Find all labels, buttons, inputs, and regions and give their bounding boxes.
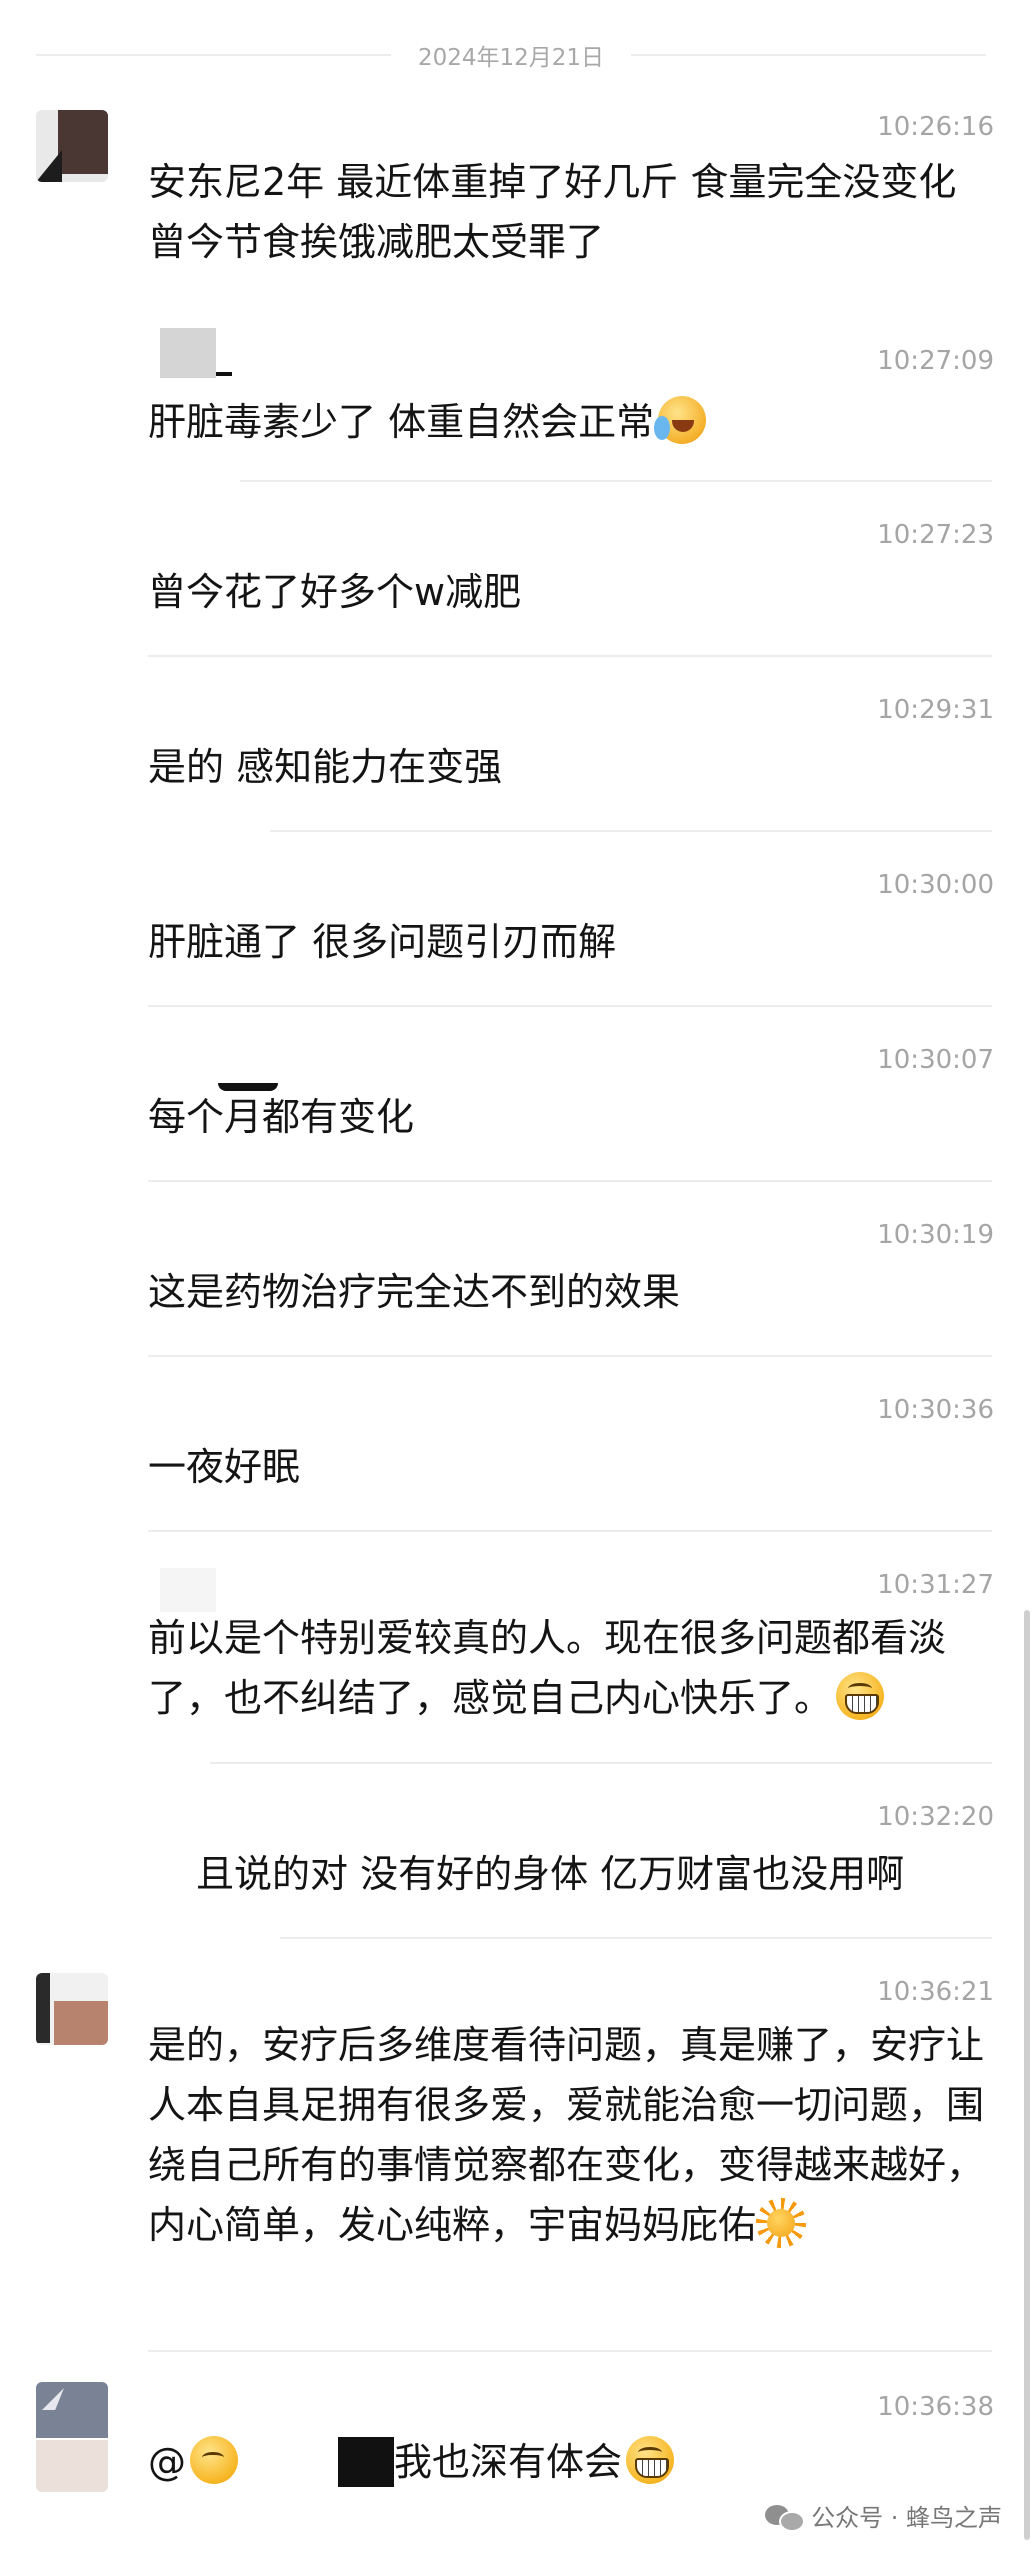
message-text: 肝脏毒素少了 体重自然会正常 <box>148 392 998 452</box>
winking-emoji <box>190 2436 238 2484</box>
message-divider <box>148 1530 992 1532</box>
message-text: 一夜好眠 <box>148 1445 301 1489</box>
message-divider <box>280 1937 992 1939</box>
message-divider <box>210 1762 992 1764</box>
message-text-content: 肝脏毒素少了 体重自然会正常 <box>148 400 655 444</box>
message-text: 是的，安疗后多维度看待问题，真是赚了，安疗让人本自具足拥有很多爱，爱就能治愈一切… <box>148 2015 998 2255</box>
sun-emoji <box>756 2198 807 2248</box>
message-time: 10:26:16 <box>877 112 994 142</box>
mention-prefix[interactable]: @ <box>148 2440 186 2484</box>
message-text: 每个月都有变化 <box>148 1095 415 1139</box>
wechat-icon <box>765 2503 806 2532</box>
message-time: 10:29:31 <box>877 695 994 725</box>
scrollbar[interactable] <box>1024 1610 1030 2540</box>
date-separator: 2024年12月21日 <box>36 34 986 74</box>
message-text: 且说的对 没有好的身体 亿万财富也没用啊 <box>196 1852 905 1896</box>
redacted-name <box>160 1568 216 1612</box>
watermark-text: 公众号 · 蜂鸟之声 <box>811 2504 1002 2532</box>
message-divider <box>270 830 992 832</box>
message-time: 10:30:00 <box>877 870 994 900</box>
divider-line <box>631 54 986 56</box>
message-time: 10:30:36 <box>877 1395 994 1425</box>
message-time: 10:32:20 <box>877 1802 994 1832</box>
message-time: 10:30:19 <box>877 1220 994 1250</box>
avatar[interactable] <box>36 110 108 182</box>
message-text: 前以是个特别爱较真的人。现在很多问题都看淡了，也不纠结了，感觉自己内心快乐了。 <box>148 1608 993 1728</box>
message-time: 10:31:27 <box>877 1570 994 1600</box>
message-time: 10:36:21 <box>877 1977 994 2007</box>
message-divider <box>148 1005 992 1007</box>
message-text-content: 是的，安疗后多维度看待问题，真是赚了，安疗让人本自具足拥有很多爱，爱就能治愈一切… <box>148 2023 985 2247</box>
grinning-emoji <box>836 1672 885 1720</box>
message-divider <box>148 655 992 657</box>
redacted-name <box>338 2437 394 2487</box>
message-text: 曾今花了好多个w减肥 <box>148 570 522 614</box>
message-text: 这是药物治疗完全达不到的效果 <box>148 1270 681 1314</box>
message-time: 10:36:38 <box>877 2392 994 2422</box>
message-time: 10:27:23 <box>877 520 994 550</box>
message-divider <box>148 1180 992 1182</box>
watermark: 公众号 · 蜂鸟之声 <box>765 2498 1002 2533</box>
message-divider <box>148 1355 992 1357</box>
message-text: 安东尼2年 最近体重掉了好几斤 食量完全没变化 曾今节食挨饿减肥太受罪了 <box>148 160 957 264</box>
redacted-name <box>160 328 216 378</box>
message-divider <box>240 480 992 482</box>
message-text-content: 前以是个特别爱较真的人。现在很多问题都看淡了，也不纠结了，感觉自己内心快乐了。 <box>148 1616 947 1720</box>
divider-line <box>36 54 391 56</box>
message-divider <box>148 2350 992 2352</box>
message-text: 肝脏通了 很多问题引刃而解 <box>148 920 617 964</box>
avatar[interactable] <box>36 1973 108 2045</box>
message-time: 10:27:09 <box>877 346 994 376</box>
message-text: 是的 感知能力在变强 <box>148 745 503 789</box>
avatar[interactable] <box>36 2382 108 2492</box>
crying-laughing-emoji <box>654 396 707 444</box>
message-time: 10:30:07 <box>877 1045 994 1075</box>
message-text: @ 我也深有体会 <box>148 2432 998 2492</box>
grinning-emoji <box>626 2436 675 2484</box>
message-text-content: 我也深有体会 <box>394 2440 623 2484</box>
redacted-name <box>216 372 232 376</box>
date-header: 2024年12月21日 <box>417 45 605 71</box>
